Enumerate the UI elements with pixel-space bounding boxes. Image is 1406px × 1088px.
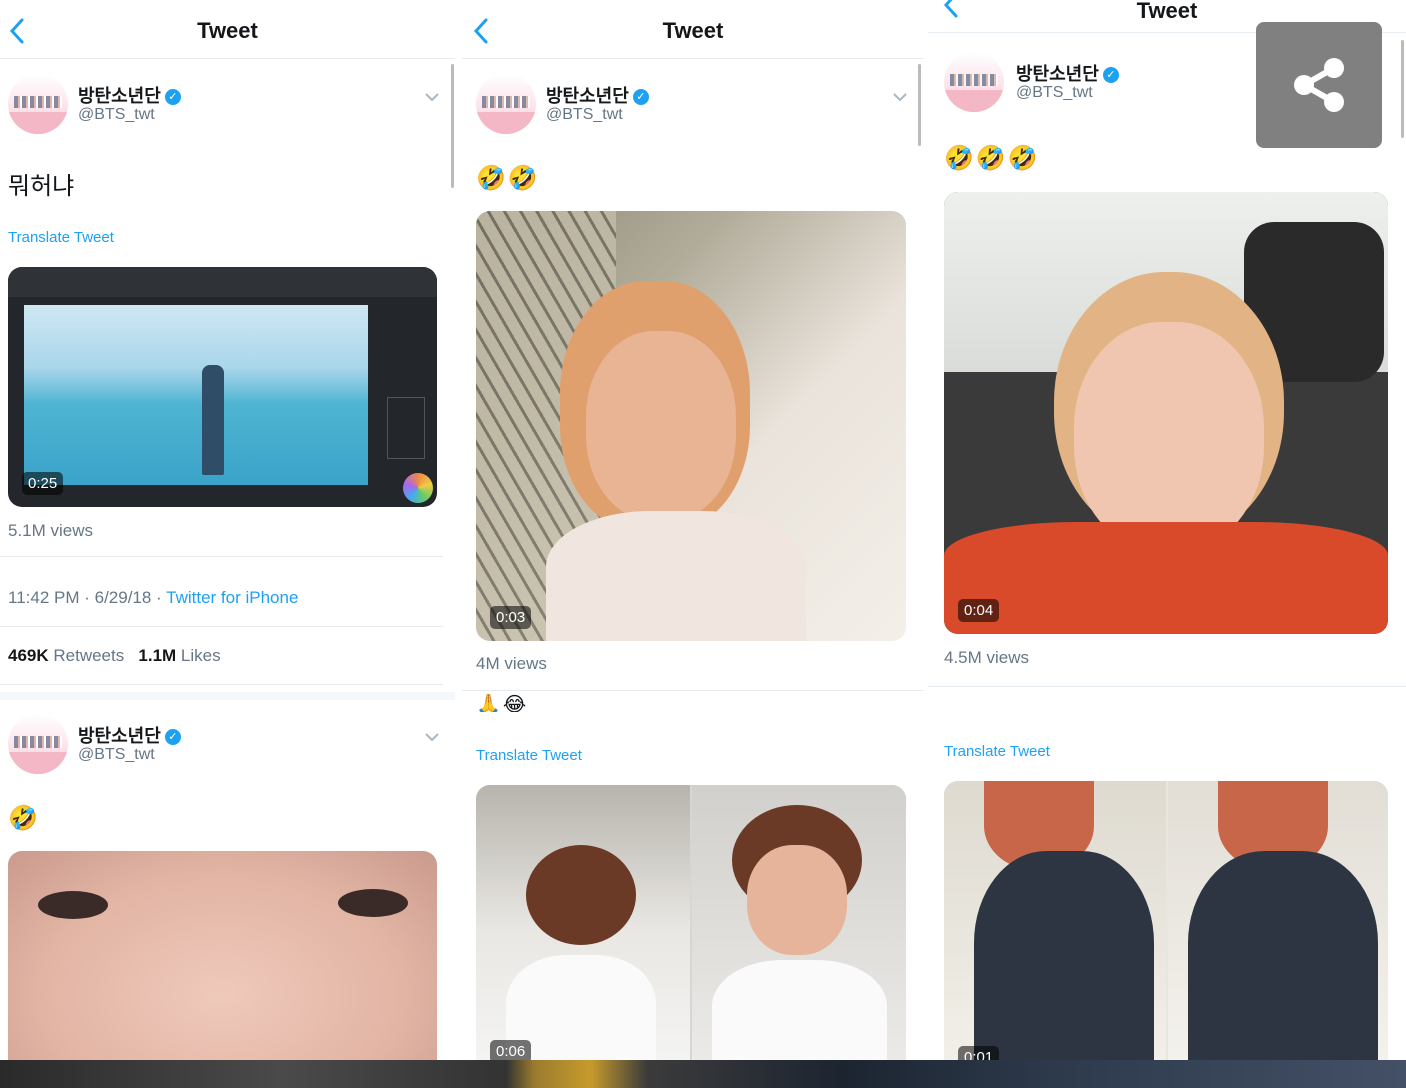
retweets-count: 469K (8, 646, 49, 665)
video-duration: 0:06 (490, 1040, 532, 1060)
tweet-emoji: 🤣 (8, 805, 40, 832)
video-duration: 0:01 (958, 1046, 1000, 1060)
nav-title: Tweet (197, 18, 258, 43)
timestamp-text: 11:42 PM · 6/29/18 · (8, 588, 167, 607)
person-silhouette (202, 365, 224, 475)
face (586, 331, 736, 521)
account-name[interactable]: 방탄소년단 ✓ (78, 722, 181, 748)
account-handle[interactable]: @BTS_twt (78, 106, 155, 124)
tweet-video[interactable] (8, 851, 437, 1060)
likes-label: Likes (176, 646, 221, 665)
avatar[interactable] (476, 74, 536, 134)
retweets-label: Retweets (48, 646, 125, 665)
tweet-timestamp: 11:42 PM · 6/29/18 · Twitter for iPhone (8, 588, 298, 608)
hair (526, 845, 636, 945)
video-left-panel (944, 781, 1166, 1060)
translate-tweet-link[interactable]: Translate Tweet (8, 229, 114, 246)
divider (928, 686, 1406, 687)
scrollbar[interactable] (918, 64, 921, 146)
curve-panel (387, 397, 425, 459)
divider (0, 556, 443, 557)
tweet-video[interactable]: 0:06 (476, 785, 906, 1060)
chevron-down-icon[interactable] (892, 92, 908, 102)
translate-tweet-link[interactable]: Translate Tweet (944, 743, 1050, 760)
tweet-emoji: 🙏😂 (476, 694, 529, 712)
chevron-down-icon[interactable] (424, 732, 440, 742)
verified-badge-icon: ✓ (1102, 67, 1119, 84)
tweet-screen-1: Tweet 방탄소년단 ✓ @BTS_twt 뭐허냐 Translate Twee… (0, 0, 455, 1060)
shirt (546, 511, 806, 641)
tweet-header: 방탄소년단 ✓ @BTS_twt (0, 72, 455, 152)
sweater (974, 851, 1154, 1060)
tweet-separator (0, 692, 455, 700)
account-handle[interactable]: @BTS_twt (546, 106, 623, 124)
scrollbar[interactable] (1401, 40, 1404, 138)
video-duration: 0:03 (490, 606, 532, 629)
account-handle[interactable]: @BTS_twt (78, 746, 155, 764)
translate-tweet-link[interactable]: Translate Tweet (476, 747, 582, 764)
eye-right (338, 889, 408, 917)
tweet-video[interactable]: 0:25 (8, 267, 437, 507)
account-name[interactable]: 방탄소년단 ✓ (546, 82, 649, 108)
share-icon (1294, 58, 1344, 112)
face (747, 845, 847, 955)
tweet-screen-2: Tweet 방탄소년단 ✓ @BTS_twt 🤣🤣 0:03 4M views 🙏… (462, 0, 924, 1060)
divider (462, 690, 924, 691)
retweets-stat[interactable]: 469K Retweets (8, 646, 124, 665)
view-count[interactable]: 5.1M views (8, 521, 93, 541)
tweet-text: 뭐허냐 (8, 173, 75, 200)
scrollbar[interactable] (451, 64, 454, 188)
tweet-emoji: 🤣🤣 (476, 165, 540, 192)
video-duration: 0:04 (958, 599, 1000, 622)
tweet-header: 방탄소년단 ✓ @BTS_twt (0, 712, 455, 792)
likes-stat[interactable]: 1.1M Likes (138, 646, 220, 665)
avatar[interactable] (944, 52, 1004, 112)
account-name-text: 방탄소년단 (1016, 64, 1099, 84)
verified-badge-icon: ✓ (632, 89, 649, 106)
video-left-panel (476, 785, 690, 1060)
video-right-panel (692, 785, 906, 1060)
account-name-text: 방탄소년단 (78, 86, 161, 106)
nav-bar: Tweet (462, 0, 924, 59)
account-name-text: 방탄소년단 (78, 726, 161, 746)
account-name-text: 방탄소년단 (546, 86, 629, 106)
nav-bar: Tweet (0, 0, 455, 59)
source-link[interactable]: Twitter for iPhone (166, 588, 298, 607)
account-name[interactable]: 방탄소년단 ✓ (1016, 60, 1119, 86)
nav-title: Tweet (662, 18, 724, 43)
engagement-stats: 469K Retweets 1.1M Likes (8, 646, 221, 666)
video-frame (24, 305, 368, 485)
divider (0, 684, 443, 685)
divider (0, 626, 443, 627)
verified-badge-icon: ✓ (164, 89, 181, 106)
video-editor-toolbar (8, 267, 437, 297)
tweet-screen-3: Tweet 방탄소년단 ✓ @BTS_twt 🤣🤣🤣 0:04 4.5M view… (928, 0, 1406, 1060)
view-count[interactable]: 4M views (476, 654, 547, 674)
view-count[interactable]: 4.5M views (944, 648, 1029, 668)
tweet-emoji: 🤣🤣🤣 (944, 145, 1040, 172)
sweater (1188, 851, 1378, 1060)
shirt (712, 960, 887, 1060)
tweet-video[interactable]: 0:03 (476, 211, 906, 641)
nav-title: Tweet (1136, 0, 1198, 23)
avatar[interactable] (8, 714, 68, 774)
tweet-header: 방탄소년단 ✓ @BTS_twt (462, 72, 924, 152)
account-handle[interactable]: @BTS_twt (1016, 84, 1093, 102)
share-button[interactable] (1256, 22, 1382, 148)
color-wheel-icon (403, 473, 433, 503)
verified-badge-icon: ✓ (164, 729, 181, 746)
tweet-video[interactable]: 0:01 (944, 781, 1388, 1060)
video-filmstrip (0, 1060, 1406, 1088)
account-name[interactable]: 방탄소년단 ✓ (78, 82, 181, 108)
video-right-panel (1168, 781, 1388, 1060)
face (1074, 322, 1264, 552)
video-duration: 0:25 (22, 472, 64, 495)
eye-left (38, 891, 108, 919)
tweet-video[interactable]: 0:04 (944, 192, 1388, 634)
red-shirt (944, 522, 1388, 634)
chevron-down-icon[interactable] (424, 92, 440, 102)
avatar[interactable] (8, 74, 68, 134)
likes-count: 1.1M (138, 646, 177, 665)
